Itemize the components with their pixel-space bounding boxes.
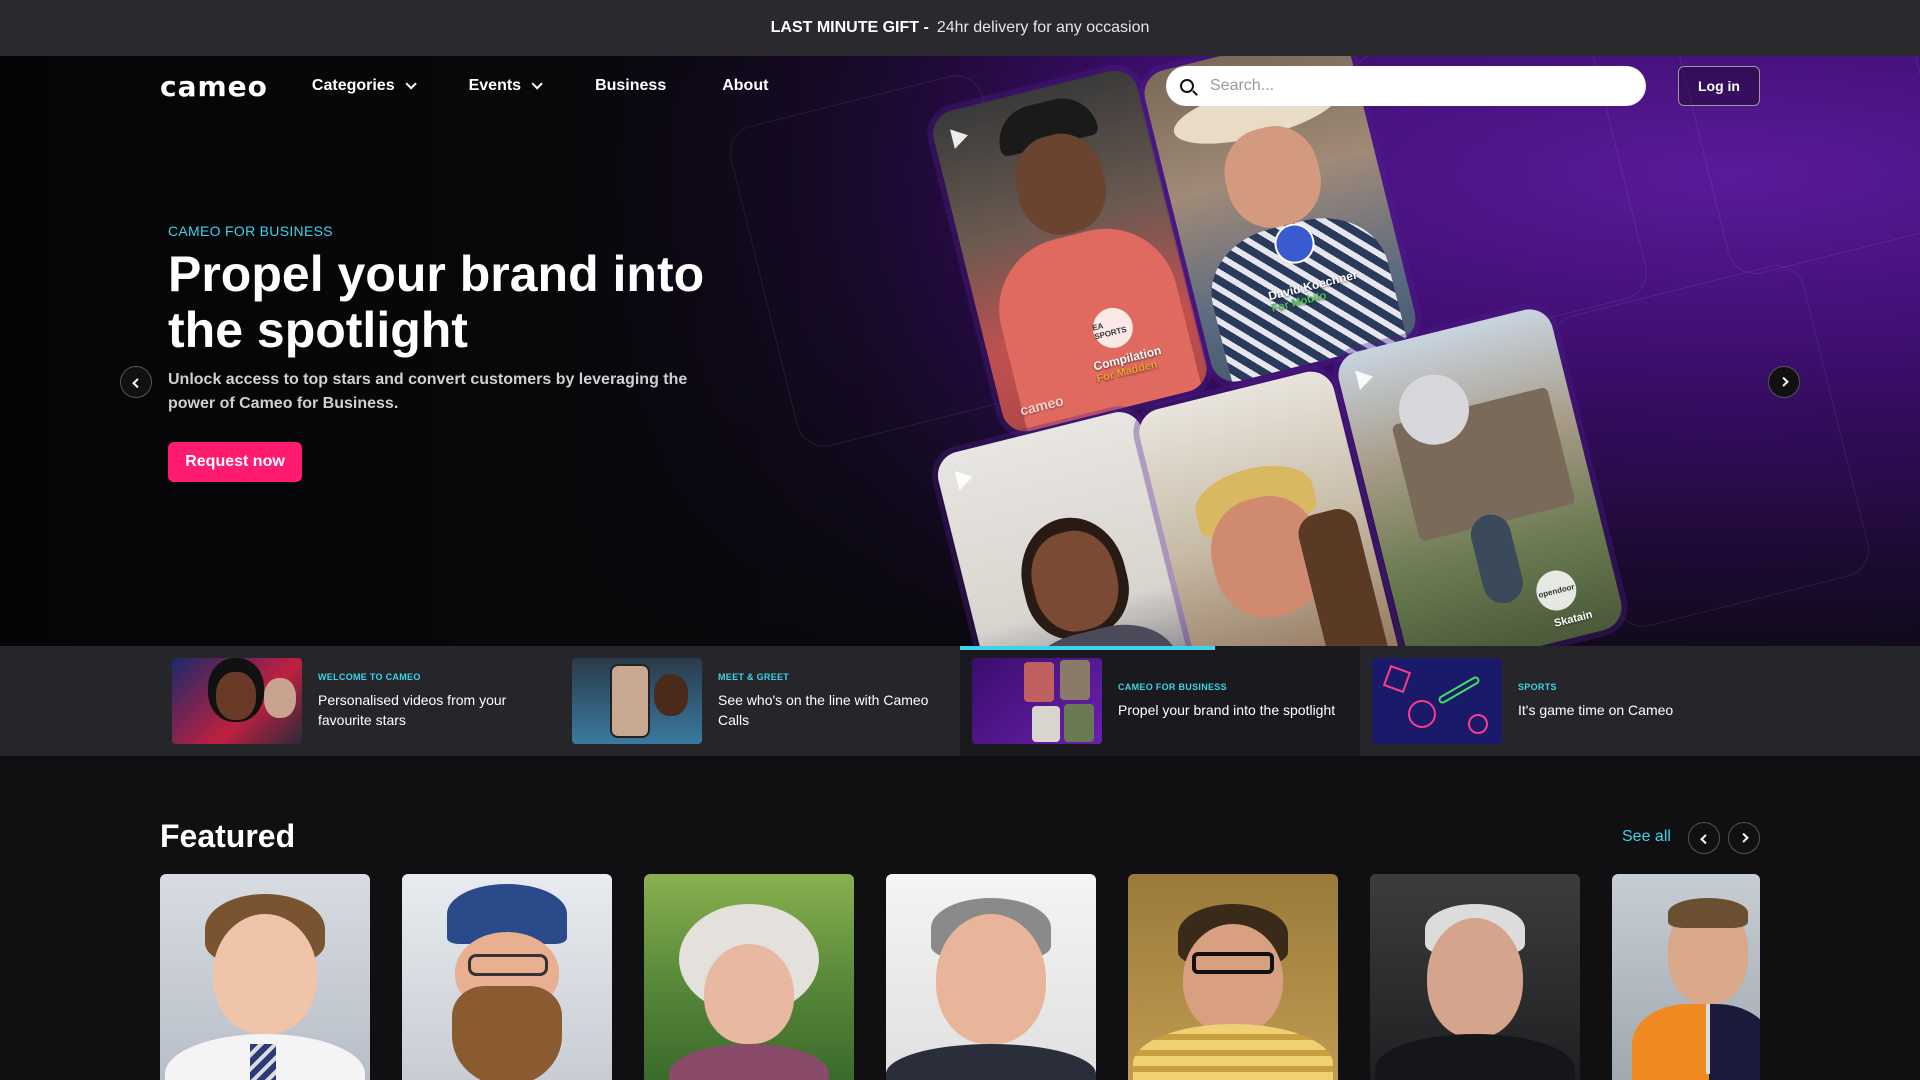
- tab-text: WELCOME TO CAMEO Personalised videos fro…: [318, 672, 538, 730]
- thumb-card: [1060, 660, 1090, 700]
- chevron-right-icon: [1738, 832, 1749, 843]
- person-sweater: [1375, 1034, 1575, 1080]
- glasses: [468, 954, 548, 976]
- request-now-button[interactable]: Request now: [168, 442, 302, 482]
- team-shirt: [1632, 1004, 1760, 1080]
- lanyard: [1706, 1004, 1710, 1074]
- chevron-right-icon: [1778, 376, 1789, 387]
- tab-text: CAMEO FOR BUSINESS Propel your brand int…: [1118, 682, 1338, 720]
- person-top: [669, 1044, 829, 1080]
- thumb-card: [1032, 706, 1060, 742]
- hero-prev-button[interactable]: [120, 366, 152, 398]
- nav-about[interactable]: About: [722, 77, 768, 95]
- tab-welcome[interactable]: WELCOME TO CAMEO Personalised videos fro…: [160, 646, 560, 756]
- featured-next-button[interactable]: [1728, 822, 1760, 854]
- tab-title: See who's on the line with Cameo Calls: [718, 692, 929, 728]
- featured-tile[interactable]: [402, 874, 612, 1080]
- hero-title: Propel your brand into the spotlight: [168, 246, 705, 358]
- tab-text: MEET & GREET See who's on the line with …: [718, 672, 938, 730]
- tab-text: SPORTS It's game time on Cameo: [1518, 682, 1738, 720]
- play-icon: [1355, 366, 1376, 391]
- tab-kicker: SPORTS: [1518, 682, 1557, 692]
- person-face: [704, 944, 794, 1044]
- cameo-logo[interactable]: cameo: [160, 70, 268, 103]
- chevron-left-icon: [1699, 833, 1710, 844]
- thumb-card: [1064, 704, 1094, 742]
- tab-meet-greet[interactable]: MEET & GREET See who's on the line with …: [560, 646, 960, 756]
- person-face: [1427, 918, 1523, 1038]
- person-suit: [886, 1044, 1096, 1080]
- nav-label: Events: [468, 77, 522, 94]
- search-bar[interactable]: [1166, 66, 1646, 106]
- see-all-link[interactable]: See all: [1622, 828, 1671, 846]
- beard: [452, 986, 562, 1080]
- person-figure: [1466, 510, 1528, 608]
- search-input[interactable]: [1210, 77, 1630, 95]
- chevron-down-icon: [531, 78, 543, 90]
- hero-subtitle: Unlock access to top stars and convert c…: [168, 371, 688, 412]
- tab-title: Personalised videos from your favourite …: [318, 692, 507, 728]
- tab-thumbnail: [172, 658, 302, 744]
- tab-title: Propel your brand into the spotlight: [1118, 702, 1336, 718]
- promo-banner[interactable]: LAST MINUTE GIFT - 24hr delivery for any…: [0, 0, 1920, 56]
- tab-thumbnail: [972, 658, 1102, 744]
- nav-label: Business: [595, 77, 667, 94]
- hero-next-button[interactable]: [1768, 366, 1800, 398]
- glasses: [1192, 952, 1274, 974]
- featured-tile[interactable]: [1612, 874, 1760, 1080]
- ball-icon: [1408, 700, 1436, 728]
- nav-label: Categories: [311, 77, 395, 94]
- promo-text: 24hr delivery for any occasion: [936, 19, 1150, 36]
- nav-categories[interactable]: Categories: [311, 77, 417, 95]
- hero-eyebrow: CAMEO FOR BUSINESS: [168, 223, 333, 239]
- tab-kicker: WELCOME TO CAMEO: [318, 672, 421, 682]
- person-face: [1183, 924, 1283, 1034]
- card-caption: Skatain: [1552, 608, 1594, 630]
- thumb-card: [1024, 662, 1054, 702]
- dumbbell-icon: [1437, 675, 1481, 705]
- featured-tile[interactable]: [1128, 874, 1338, 1080]
- featured-tile[interactable]: [886, 874, 1096, 1080]
- promo-bold: LAST MINUTE GIFT -: [770, 19, 929, 36]
- thumb-phone: [610, 664, 650, 738]
- chevron-left-icon: [131, 377, 142, 388]
- chevron-down-icon: [405, 78, 417, 90]
- tab-kicker: CAMEO FOR BUSINESS: [1118, 682, 1227, 692]
- tab-sports[interactable]: SPORTS It's game time on Cameo: [1360, 646, 1760, 756]
- hero-tab-strip: WELCOME TO CAMEO Personalised videos fro…: [0, 646, 1920, 756]
- thumb-face: [264, 678, 296, 718]
- featured-tile[interactable]: [160, 874, 370, 1080]
- opendoor-badge: opendoor: [1532, 566, 1581, 615]
- tie: [250, 1044, 276, 1080]
- tab-thumbnail: [572, 658, 702, 744]
- play-icon: [950, 125, 971, 149]
- shape-icon: [1468, 714, 1488, 734]
- nav-business[interactable]: Business: [595, 77, 666, 95]
- nav-label: About: [722, 77, 769, 94]
- person-face: [213, 914, 317, 1034]
- thumb-face: [216, 672, 256, 720]
- featured-tile[interactable]: [1370, 874, 1580, 1080]
- search-icon: [1180, 79, 1194, 93]
- main-nav: cameo Categories Events Business About: [160, 66, 824, 106]
- shape-icon: [1382, 664, 1412, 694]
- person-shirt: [1133, 1024, 1333, 1080]
- nav-events[interactable]: Events: [468, 77, 543, 95]
- person-hair: [1668, 898, 1748, 928]
- person-face: [936, 914, 1046, 1044]
- featured-tile[interactable]: [644, 874, 854, 1080]
- play-icon: [954, 467, 976, 491]
- login-button[interactable]: Log in: [1678, 66, 1760, 106]
- tab-kicker: MEET & GREET: [718, 672, 790, 682]
- tab-thumbnail: [1372, 658, 1502, 744]
- thumb-face: [654, 674, 688, 716]
- tab-cameo-business[interactable]: CAMEO FOR BUSINESS Propel your brand int…: [960, 646, 1360, 756]
- featured-prev-button[interactable]: [1688, 822, 1720, 854]
- featured-title: Featured: [160, 818, 296, 854]
- tab-title: It's game time on Cameo: [1518, 702, 1674, 718]
